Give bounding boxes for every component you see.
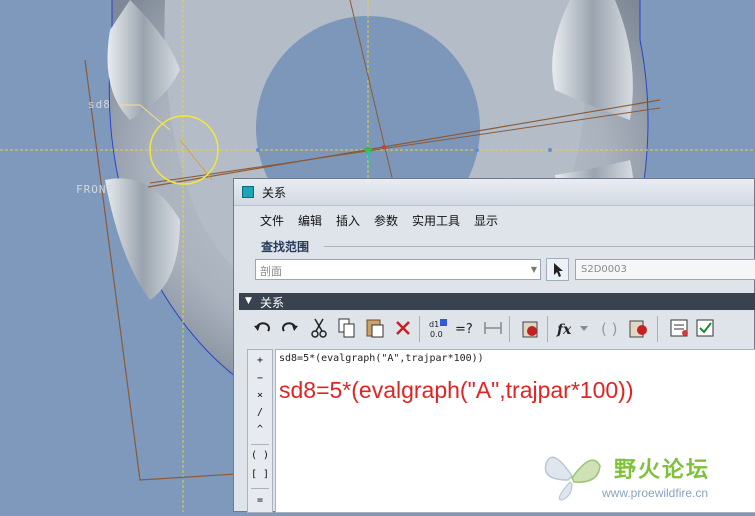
menu-utilities[interactable]: 实用工具 <box>412 212 460 229</box>
verify-icon[interactable] <box>627 316 651 340</box>
dimension-label-sd8[interactable]: sd8 <box>88 98 111 111</box>
sort-icon[interactable] <box>481 316 505 340</box>
relation-line: sd8=5*(evalgraph("A",trajpar*100)) <box>279 353 484 364</box>
collapse-triangle-icon: ▼ <box>245 296 252 306</box>
ref-point <box>548 148 552 152</box>
parentheses-operator-button[interactable]: ( ) <box>248 450 272 461</box>
dialog-titlebar[interactable]: 关系 <box>234 179 754 206</box>
app-icon <box>242 186 254 198</box>
relations-section-label: 关系 <box>260 296 285 310</box>
function-icon[interactable]: fx <box>555 316 579 340</box>
operator-separator <box>251 488 269 489</box>
svg-text:0.0: 0.0 <box>430 330 443 339</box>
menu-insert[interactable]: 插入 <box>336 212 360 229</box>
forum-url: www.proewildfire.cn <box>602 486 709 500</box>
insert-comment-icon[interactable] <box>519 316 543 340</box>
divide-operator-button[interactable]: / <box>248 407 272 418</box>
toolbar-separator <box>419 316 420 342</box>
multiply-operator-button[interactable]: × <box>248 390 272 401</box>
plus-operator-button[interactable]: + <box>248 355 272 366</box>
minus-operator-button[interactable]: − <box>248 373 272 384</box>
switch-dims-icon[interactable]: d1 0.0 <box>427 316 451 340</box>
ref-point <box>382 145 386 149</box>
operator-separator <box>251 444 269 445</box>
cut-icon[interactable] <box>307 316 331 340</box>
ref-point <box>475 148 479 152</box>
dropdown-arrow-icon: ▼ <box>530 265 537 274</box>
butterfly-logo-icon <box>544 456 601 501</box>
search-scope-label: 查找范围 <box>261 240 310 254</box>
copy-icon[interactable] <box>335 316 359 340</box>
display-params-icon[interactable] <box>667 316 691 340</box>
local-params-icon[interactable] <box>693 316 717 340</box>
forum-watermark: 野火论坛 www.proewildfire.cn <box>542 446 755 508</box>
menu-bar: 文件 编辑 插入 参数 实用工具 显示 <box>234 212 754 234</box>
forum-name: 野火论坛 <box>614 458 711 483</box>
select-item-button[interactable] <box>546 258 569 281</box>
menu-edit[interactable]: 编辑 <box>298 212 322 229</box>
paste-icon[interactable] <box>363 316 387 340</box>
menu-show[interactable]: 显示 <box>474 212 498 229</box>
svg-text:fx: fx <box>556 322 572 338</box>
menu-file[interactable]: 文件 <box>260 212 284 229</box>
redo-icon[interactable] <box>277 316 301 340</box>
toolbar-separator <box>509 316 510 342</box>
relation-annotation: sd8=5*(evalgraph("A",trajpar*100)) <box>279 377 634 403</box>
dropdown-arrow-icon[interactable] <box>577 316 591 340</box>
operator-panel: + − × / ^ ( ) [ ] = <box>247 349 273 513</box>
evaluate-icon[interactable]: =? <box>453 316 477 340</box>
power-operator-button[interactable]: ^ <box>248 424 272 435</box>
toolbar-separator <box>657 316 658 342</box>
equals-operator-button[interactable]: = <box>248 495 272 506</box>
cursor-arrow-icon <box>554 263 563 277</box>
relations-section-header[interactable]: ▼ 关系 <box>239 293 755 310</box>
svg-text:=?: =? <box>455 322 473 337</box>
search-scope-value: 剖面 <box>260 265 282 278</box>
ref-point <box>256 148 260 152</box>
search-scope-select[interactable]: 剖面 ▼ <box>255 259 541 280</box>
datum-plane-label-front[interactable]: FRONT <box>76 183 114 196</box>
undo-icon[interactable] <box>251 316 275 340</box>
svg-text:( ): ( ) <box>601 320 617 338</box>
toolbar-separator <box>547 316 548 342</box>
group-divider <box>324 246 754 247</box>
parentheses-icon[interactable]: ( ) <box>597 316 621 340</box>
relations-toolbar: d1 0.0 =? fx ( ) <box>247 314 755 344</box>
menu-parameters[interactable]: 参数 <box>374 212 398 229</box>
feature-name-field[interactable]: S2D0003 <box>575 259 755 280</box>
dialog-title: 关系 <box>262 186 287 200</box>
svg-text:d1: d1 <box>429 320 439 329</box>
brackets-operator-button[interactable]: [ ] <box>248 469 272 480</box>
delete-icon[interactable] <box>391 316 415 340</box>
